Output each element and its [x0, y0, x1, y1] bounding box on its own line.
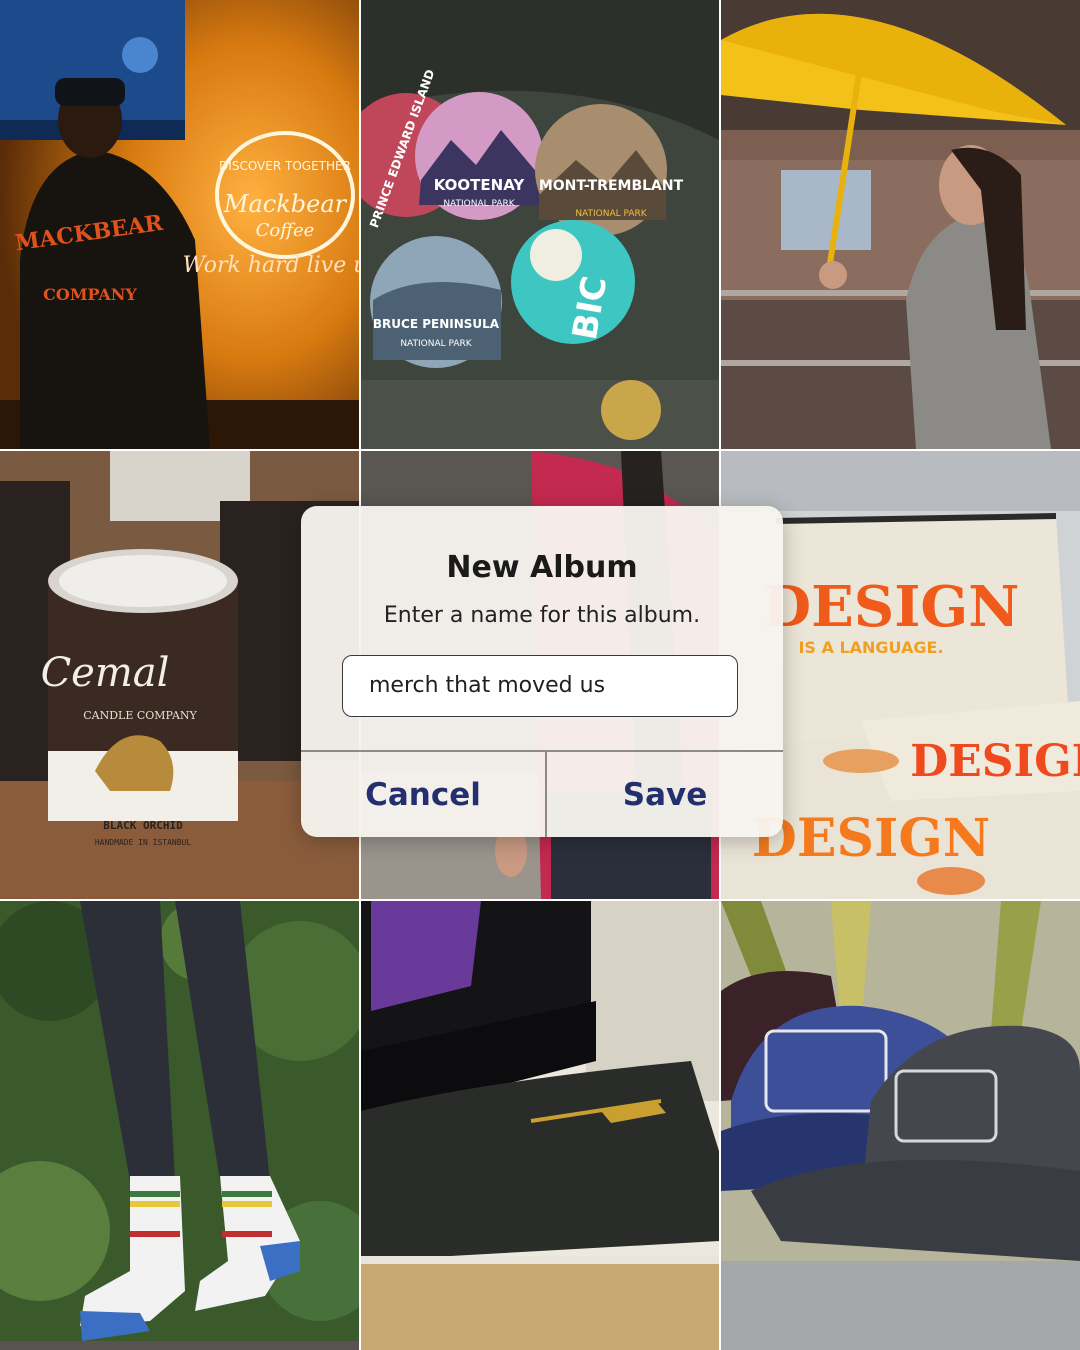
striped-socks-photo[interactable]	[0, 901, 359, 1350]
cancel-button[interactable]: Cancel	[301, 752, 545, 837]
neon-sign-text-1: DISCOVER TOGETHER	[219, 159, 351, 173]
pouch-language-text: IS A LANGUAGE.	[798, 638, 943, 657]
button-text-kootenay-np: NATIONAL PARK	[443, 199, 515, 209]
yellow-umbrella-photo[interactable]	[721, 0, 1080, 449]
neon-sign-text-2: Mackbear	[223, 190, 348, 218]
button-text-mont-tremblant: MONT-TREMBLANT	[539, 178, 684, 194]
neon-sign-text-4: Work hard live u	[183, 253, 359, 278]
dialog-title: New Album	[446, 550, 638, 585]
button-text-kootenay: KOOTENAY	[434, 176, 526, 194]
pc-case-notebook-photo[interactable]	[361, 901, 719, 1350]
neon-coffee-shop-photo[interactable]: MACKBEAR COMPANY DISCOVER TOGETHER Mackb…	[0, 0, 359, 449]
shirt-print-text-2: COMPANY	[43, 285, 137, 304]
album-name-input[interactable]: merch that moved us	[342, 655, 738, 717]
dialog-message: Enter a name for this album.	[383, 603, 701, 628]
button-text-bruce-np: NATIONAL PARK	[400, 339, 472, 349]
neon-sign-text-3: Coffee	[256, 220, 315, 241]
button-text-bruce: BRUCE PENINSULA	[373, 317, 500, 331]
national-park-buttons-photo[interactable]: PRINCE EDWARD ISLAND KOOTENAY NATIONAL P…	[361, 0, 719, 449]
button-text-mt-np: NATIONAL PARK	[575, 209, 647, 219]
save-button[interactable]: Save	[547, 752, 783, 837]
candle-label-scent: BLACK ORCHID	[103, 819, 183, 832]
candle-label-brand: Cemal	[41, 650, 170, 696]
pouch-design-text-2: DESIGN	[910, 736, 1080, 787]
new-album-dialog: New Album Enter a name for this album. m…	[301, 506, 783, 837]
candle-label-company: CANDLE COMPANY	[83, 709, 197, 722]
pouch-design-text: DESIGN	[763, 574, 1020, 640]
candle-label-origin: HANDMADE IN ISTANBUL	[95, 838, 192, 847]
pouch-design-text-3: DESIGN	[752, 808, 991, 869]
trucker-caps-photo[interactable]	[721, 901, 1080, 1350]
